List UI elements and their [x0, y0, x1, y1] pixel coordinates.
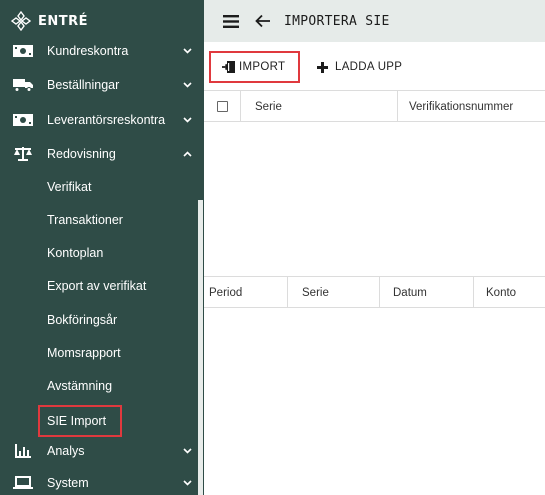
- import-button-label: IMPORT: [239, 61, 286, 73]
- transaction-table-header: Period Serie Datum Konto: [204, 276, 545, 308]
- truck-icon: [13, 77, 33, 93]
- column-header-serie[interactable]: Serie: [302, 277, 329, 308]
- active-item-highlight: [38, 405, 122, 437]
- scale-icon: [13, 146, 33, 162]
- import-icon: [222, 60, 236, 74]
- chevron-down-icon: [182, 447, 192, 455]
- money-icon: [13, 43, 33, 59]
- select-all-checkbox[interactable]: [217, 101, 228, 112]
- import-button[interactable]: IMPORT: [209, 51, 300, 83]
- sidebar-subitem-transaktioner[interactable]: Transaktioner: [0, 204, 198, 236]
- sidebar-item-kundreskontra[interactable]: Kundreskontra: [0, 35, 204, 67]
- sidebar: ENTRÉ Kundreskontra Beställningar Levera…: [0, 0, 204, 495]
- chart-icon: [13, 443, 33, 459]
- sidebar-item-bestallningar[interactable]: Beställningar: [0, 69, 204, 101]
- sidebar-item-label: Beställningar: [47, 78, 120, 92]
- chevron-down-icon: [182, 47, 192, 55]
- sidebar-item-label: Kundreskontra: [47, 44, 129, 58]
- logo-icon: [10, 10, 32, 32]
- column-header-konto[interactable]: Konto: [486, 277, 516, 308]
- sidebar-item-leverantorsreskontra[interactable]: Leverantörsreskontra: [0, 104, 204, 136]
- chevron-down-icon: [182, 479, 192, 487]
- menu-icon[interactable]: [222, 12, 240, 30]
- top-bar: IMPORTERA SIE: [204, 0, 545, 42]
- chevron-down-icon: [182, 116, 192, 124]
- column-header-serie[interactable]: Serie: [255, 91, 282, 122]
- sidebar-subitem-momsrapport[interactable]: Momsrapport: [0, 337, 198, 369]
- verifikat-table-header: Serie Verifikationsnummer: [204, 90, 545, 122]
- sidebar-item-label: Analys: [47, 444, 85, 458]
- column-divider: [379, 277, 380, 308]
- sidebar-item-label: Redovisning: [47, 147, 116, 161]
- chevron-down-icon: [182, 81, 192, 89]
- main-content: IMPORTERA SIE IMPORT LADDA UPP Serie Ver…: [204, 0, 545, 495]
- upload-button-label: LADDA UPP: [335, 61, 403, 73]
- sidebar-scrollbar[interactable]: [198, 200, 203, 495]
- laptop-icon: [13, 475, 33, 491]
- upload-button[interactable]: LADDA UPP: [317, 51, 402, 83]
- sidebar-item-redovisning[interactable]: Redovisning: [0, 138, 204, 170]
- toolbar: IMPORT LADDA UPP: [204, 42, 545, 90]
- sidebar-item-system[interactable]: System: [0, 467, 204, 495]
- money-icon: [13, 112, 33, 128]
- select-all-checkbox-cell[interactable]: [217, 91, 231, 122]
- column-header-verifikationsnummer[interactable]: Verifikationsnummer: [409, 91, 513, 122]
- column-header-period[interactable]: Period: [209, 277, 242, 308]
- sidebar-subitem-kontoplan[interactable]: Kontoplan: [0, 237, 198, 269]
- sidebar-subitem-verifikat[interactable]: Verifikat: [0, 171, 198, 203]
- brand-name: ENTRÉ: [38, 13, 89, 29]
- chevron-up-icon: [182, 150, 192, 158]
- sidebar-item-label: Leverantörsreskontra: [47, 113, 166, 127]
- page-title: IMPORTERA SIE: [284, 13, 390, 29]
- sidebar-subitem-export-av-verifikat[interactable]: Export av verifikat: [0, 270, 198, 302]
- column-divider: [397, 91, 398, 122]
- column-divider: [240, 91, 241, 122]
- column-header-datum[interactable]: Datum: [393, 277, 427, 308]
- column-divider: [473, 277, 474, 308]
- plus-icon: [317, 61, 329, 73]
- sidebar-item-label: System: [47, 476, 89, 490]
- sidebar-item-analys[interactable]: Analys: [0, 435, 204, 467]
- sidebar-subitem-avstamning[interactable]: Avstämning: [0, 370, 198, 402]
- back-arrow-icon[interactable]: [254, 12, 272, 30]
- column-divider: [287, 277, 288, 308]
- sidebar-subitem-bokforingsar[interactable]: Bokföringsår: [0, 304, 198, 336]
